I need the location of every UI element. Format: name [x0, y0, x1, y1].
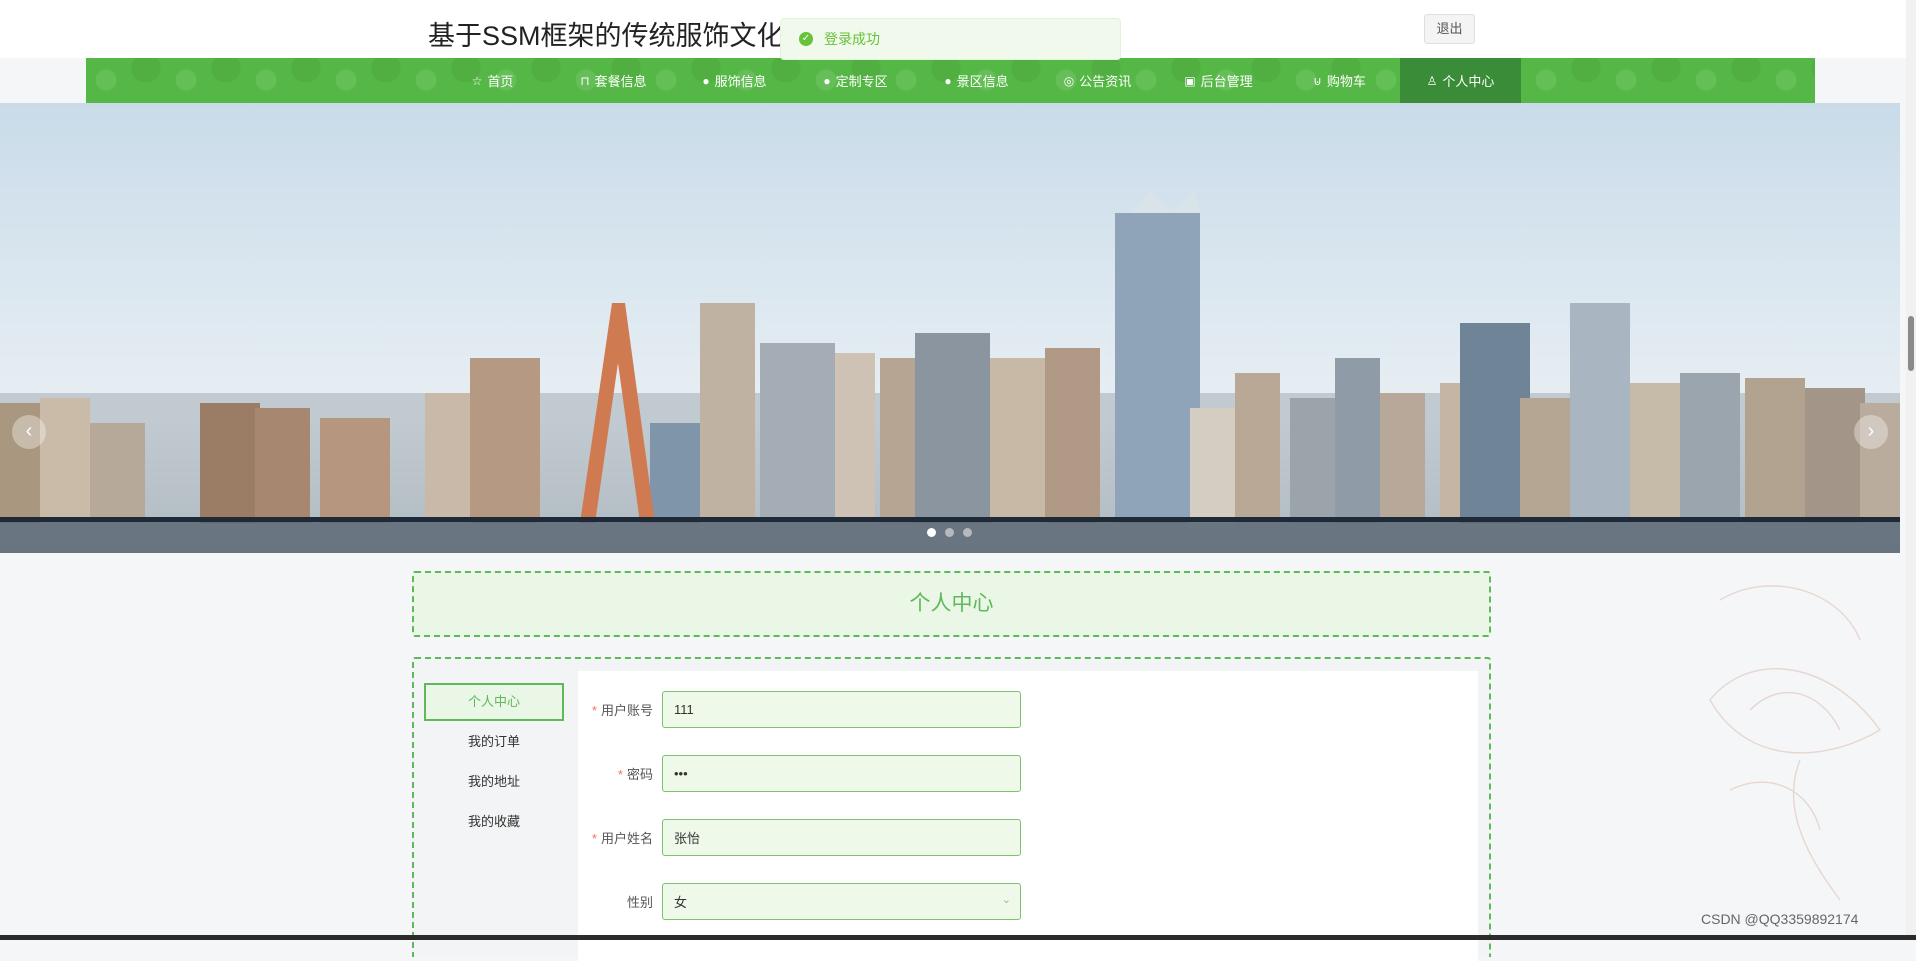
carousel-prev-button[interactable]: ‹ [12, 415, 46, 449]
bottom-strip [0, 935, 1916, 940]
decorative-flower [1709, 585, 1882, 901]
nav-label: 定制专区 [835, 74, 888, 89]
required-mark: * [617, 767, 623, 782]
side-item-address[interactable]: 我的地址 [424, 763, 564, 801]
chevron-left-icon: ‹ [25, 420, 33, 442]
star-icon: ☆ [471, 73, 483, 88]
nav-label: 首页 [487, 74, 514, 89]
side-item-favorites[interactable]: 我的收藏 [424, 803, 564, 841]
carousel-next-button[interactable]: › [1854, 415, 1888, 449]
gender-label: 性别 [626, 895, 653, 910]
gender-select-value[interactable] [662, 883, 1021, 920]
name-input[interactable] [662, 819, 1021, 856]
main-nav: ☆ 首页 ⊓ 套餐信息 ● 服饰信息 ● 定制专区 ● 景区信息 ◎ 公告资讯 … [86, 58, 1815, 103]
carousel-dot[interactable] [945, 528, 954, 537]
nav-label: 服饰信息 [714, 74, 767, 89]
side-item-profile[interactable]: 个人中心 [424, 683, 564, 721]
required-mark: * [591, 831, 597, 846]
required-mark: * [591, 703, 597, 718]
user-icon: ♙ [1426, 73, 1438, 88]
info-icon: ● [702, 73, 710, 88]
name-label: 用户姓名 [600, 831, 653, 846]
nav-item-news[interactable]: ◎ 公告资讯 [1037, 58, 1158, 103]
form-row-name: * 用户姓名 [578, 819, 1021, 856]
password-label: 密码 [626, 767, 653, 782]
nav-item-cart[interactable]: ⊍ 购物车 [1279, 58, 1400, 103]
nav-item-profile[interactable]: ♙ 个人中心 [1400, 58, 1521, 103]
check-circle-icon: ✓ [799, 32, 813, 46]
side-item-orders[interactable]: 我的订单 [424, 723, 564, 761]
carousel-indicators [927, 528, 972, 537]
nav-label: 景区信息 [956, 74, 1009, 89]
logout-button[interactable]: 退出 [1424, 14, 1475, 44]
nav-item-scenic[interactable]: ● 景区信息 [916, 58, 1037, 103]
cart-icon: ⊍ [1313, 73, 1322, 88]
toast-message: 登录成功 [824, 31, 880, 47]
chevron-right-icon: › [1867, 420, 1875, 442]
scrollbar-thumb[interactable] [1908, 316, 1914, 371]
nav-item-packages[interactable]: ⊓ 套餐信息 [553, 58, 674, 103]
info-icon: ● [944, 73, 952, 88]
form-row-gender: 性别 ⌄ [578, 883, 1021, 920]
nav-item-custom[interactable]: ● 定制专区 [795, 58, 916, 103]
chevron-down-icon: ⌄ [1001, 894, 1011, 906]
at-icon: ◎ [1063, 73, 1075, 88]
page-scrollbar[interactable] [1906, 0, 1916, 940]
carousel-dot[interactable] [963, 528, 972, 537]
account-label: 用户账号 [600, 703, 653, 718]
nav-item-clothing[interactable]: ● 服饰信息 [674, 58, 795, 103]
carousel-dot[interactable] [927, 528, 936, 537]
nav-label: 购物车 [1326, 74, 1366, 89]
profile-side-menu: 个人中心 我的订单 我的地址 我的收藏 [424, 683, 564, 843]
profile-content-panel: 个人中心 我的订单 我的地址 我的收藏 *用户账号 *密码 *用户姓名 性别 [412, 657, 1491, 961]
csdn-watermark: CSDN @QQ3359892174 [1701, 911, 1859, 927]
question-icon: ● [823, 73, 831, 88]
nav-label: 套餐信息 [594, 74, 647, 89]
page-title: 个人中心 [909, 592, 994, 615]
nav-item-admin[interactable]: ▣ 后台管理 [1158, 58, 1279, 103]
nav-label: 公告资讯 [1079, 74, 1132, 89]
site-title: 基于SSM框架的传统服饰文化平 [428, 21, 811, 51]
nav-label: 个人中心 [1442, 74, 1495, 89]
nav-item-home[interactable]: ☆ 首页 [432, 58, 553, 103]
nav-label: 后台管理 [1200, 74, 1253, 89]
password-input[interactable] [662, 755, 1021, 792]
form-row-account: * 用户账号 [578, 691, 1021, 728]
form-row-password: * 密码 [578, 755, 1021, 792]
city-skyline-image [0, 191, 1900, 553]
bag-icon: ⊓ [580, 73, 590, 88]
profile-form: *用户账号 *密码 *用户姓名 性别 ⌄ [578, 671, 1478, 961]
box-icon: ▣ [1184, 73, 1196, 88]
page-title-panel: 个人中心 [412, 571, 1491, 637]
login-success-toast: ✓ 登录成功 [780, 18, 1121, 60]
account-input[interactable] [662, 691, 1021, 728]
banner-carousel: ‹ › [0, 103, 1900, 553]
gender-select[interactable]: ⌄ [662, 883, 1021, 920]
